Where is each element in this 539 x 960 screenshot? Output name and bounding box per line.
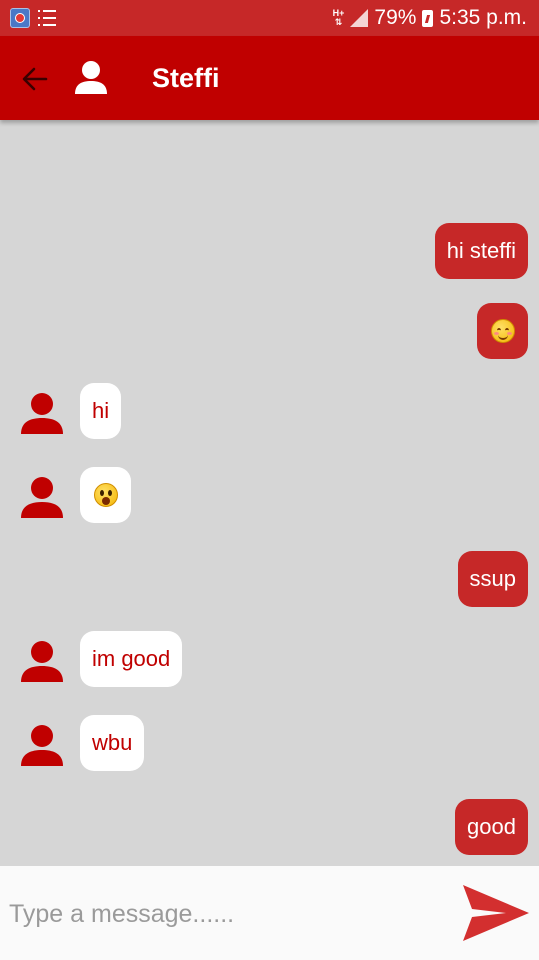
message-list[interactable]: hi steffi hi ssup im good wbu good	[0, 120, 539, 866]
contact-name: Steffi	[152, 63, 220, 93]
outgoing-message-bubble[interactable]: good	[455, 799, 528, 855]
signal-icon	[350, 9, 369, 27]
incoming-message-bubble[interactable]: wbu	[80, 715, 145, 771]
battery-percent: 79%	[374, 6, 417, 29]
person-icon	[21, 725, 63, 766]
person-icon[interactable]	[74, 60, 108, 96]
person-icon	[21, 477, 63, 518]
message-composer	[0, 866, 539, 960]
message-text: im good	[92, 646, 171, 671]
person-icon	[21, 393, 63, 434]
surprised-emoji	[93, 483, 118, 507]
incoming-message-bubble[interactable]	[80, 467, 131, 523]
message-text: good	[467, 814, 516, 839]
message-text: hi	[92, 398, 110, 423]
send-button[interactable]	[462, 884, 530, 942]
incoming-message-bubble[interactable]: im good	[80, 631, 183, 687]
back-button[interactable]	[18, 62, 52, 96]
arrow-left-icon	[22, 67, 48, 91]
network-hplus-icon: H+ ⇅	[332, 8, 345, 27]
status-time: 5:35 p.m.	[439, 6, 527, 29]
battery-charging-icon	[422, 9, 434, 27]
outgoing-message-bubble[interactable]: hi steffi	[434, 223, 528, 279]
send-icon	[463, 885, 529, 941]
person-icon	[21, 641, 63, 682]
network-type: H+	[332, 8, 345, 18]
status-bar: H+ ⇅ 79% 5:35 p.m.	[0, 0, 539, 36]
message-text: ssup	[469, 566, 516, 591]
outgoing-message-bubble[interactable]: ssup	[457, 551, 528, 607]
app-bar: Steffi	[0, 36, 539, 120]
incoming-message-bubble[interactable]: hi	[80, 383, 122, 439]
message-input[interactable]	[0, 888, 451, 940]
smiling-blush-emoji	[490, 319, 515, 343]
list-notification-icon	[38, 10, 56, 26]
app-notification-icon	[10, 8, 30, 28]
outgoing-message-bubble[interactable]	[477, 303, 528, 359]
message-text: wbu	[92, 730, 133, 755]
message-text: hi steffi	[446, 238, 516, 263]
